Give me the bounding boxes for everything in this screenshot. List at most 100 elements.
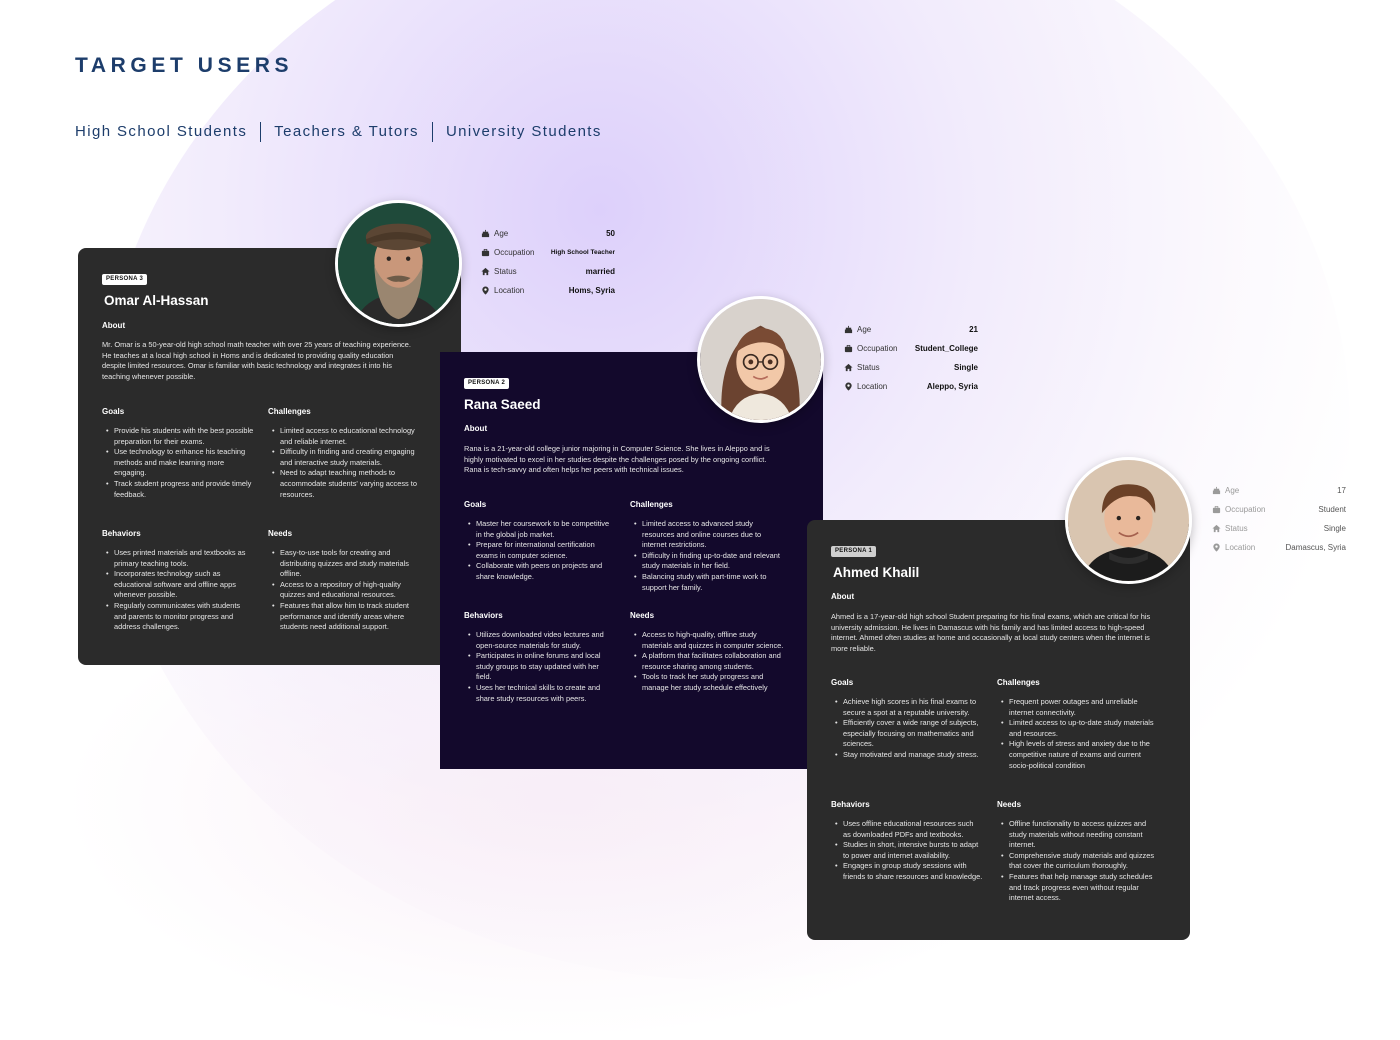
- info-row-status: Status married: [481, 262, 615, 281]
- avatar-rana: [697, 296, 824, 423]
- persona-info-ahmed: Age 17 Occupation Student Status Single …: [1212, 481, 1346, 557]
- list-item: Frequent power outages and unreliable in…: [997, 697, 1157, 718]
- location-pin-icon: [844, 381, 854, 392]
- list-item: Participates in online forums and local …: [464, 651, 616, 683]
- needs-heading: Needs: [268, 529, 293, 538]
- info-value-occupation: Student: [1318, 505, 1346, 514]
- info-label: Location: [494, 286, 525, 295]
- persona-info-rana: Age 21 Occupation Student_College Status…: [844, 320, 978, 396]
- info-label: Location: [1225, 543, 1256, 552]
- page-title: TARGET USERS: [75, 54, 294, 77]
- list-item: High levels of stress and anxiety due to…: [997, 739, 1157, 771]
- info-label: Location: [857, 382, 888, 391]
- home-icon: [1212, 524, 1222, 534]
- info-row-location: Location Aleppo, Syria: [844, 377, 978, 396]
- goals-heading: Goals: [464, 500, 487, 509]
- list-item: Prepare for international certification …: [464, 540, 616, 561]
- persona-info-omar: Age 50 Occupation High School Teacher St…: [481, 224, 615, 300]
- challenges-list: Frequent power outages and unreliable in…: [997, 697, 1157, 771]
- goals-heading: Goals: [831, 678, 854, 687]
- list-item: Stay motivated and manage study stress.: [831, 750, 983, 761]
- tab-university-students[interactable]: University Students: [431, 122, 615, 142]
- briefcase-icon: [1212, 505, 1222, 515]
- info-row-location: Location Homs, Syria: [481, 281, 615, 300]
- avatar-ahmed: [1065, 457, 1192, 584]
- list-item: A platform that facilitates collaboratio…: [630, 651, 786, 672]
- info-value-age: 21: [969, 325, 978, 334]
- list-item: Uses her technical skills to create and …: [464, 683, 616, 704]
- about-text: Rana is a 21-year-old college junior maj…: [464, 444, 770, 475]
- list-item: Comprehensive study materials and quizze…: [997, 851, 1157, 872]
- persona-tabs: High School Students Teachers & Tutors U…: [75, 122, 615, 142]
- info-label: Status: [857, 363, 880, 372]
- about-heading: About: [464, 424, 488, 433]
- goals-list: Master her coursework to be competitive …: [464, 519, 616, 583]
- briefcase-icon: [844, 344, 854, 354]
- info-label: Occupation: [857, 344, 898, 353]
- list-item: Tools to track her study progress and ma…: [630, 672, 786, 693]
- info-row-occupation: Occupation High School Teacher: [481, 243, 615, 262]
- needs-list: Access to high-quality, offline study ma…: [630, 630, 786, 694]
- list-item: Need to adapt teaching methods to accomm…: [268, 468, 418, 500]
- info-label: Occupation: [1225, 505, 1266, 514]
- info-label: Age: [1225, 486, 1240, 495]
- list-item: Balancing study with part-time work to s…: [630, 572, 786, 593]
- avatar-omar: [335, 200, 462, 327]
- list-item: Offline functionality to access quizzes …: [997, 819, 1157, 851]
- about-text: Ahmed is a 17-year-old high school Stude…: [831, 612, 1151, 653]
- list-item: Features that help manage study schedule…: [997, 872, 1157, 904]
- info-label: Age: [494, 229, 509, 238]
- about-heading: About: [102, 321, 126, 330]
- list-item: Difficulty in finding up-to-date and rel…: [630, 551, 786, 572]
- list-item: Collaborate with peers on projects and s…: [464, 561, 616, 582]
- behaviors-list: Utilizes downloaded video lectures and o…: [464, 630, 616, 704]
- info-label: Status: [1225, 524, 1248, 533]
- info-value-location: Aleppo, Syria: [926, 382, 978, 391]
- birthday-cake-icon: [844, 325, 854, 335]
- location-pin-icon: [1212, 542, 1222, 553]
- list-item: Master her coursework to be competitive …: [464, 519, 616, 540]
- info-row-occupation: Occupation Student: [1212, 500, 1346, 519]
- challenges-heading: Challenges: [997, 678, 1040, 687]
- info-row-age: Age 50: [481, 224, 615, 243]
- info-value-status: Single: [953, 363, 978, 372]
- about-heading: About: [831, 592, 855, 601]
- tab-high-school-students[interactable]: High School Students: [75, 122, 260, 142]
- list-item: Limited access to educational technology…: [268, 426, 418, 447]
- info-value-age: 17: [1337, 486, 1346, 495]
- list-item: Uses printed materials and textbooks as …: [102, 548, 254, 569]
- info-row-status: Status Single: [844, 358, 978, 377]
- goals-heading: Goals: [102, 407, 125, 416]
- birthday-cake-icon: [481, 229, 491, 239]
- info-row-status: Status Single: [1212, 519, 1346, 538]
- info-label: Status: [494, 267, 517, 276]
- behaviors-list: Uses printed materials and textbooks as …: [102, 548, 254, 633]
- needs-heading: Needs: [630, 611, 655, 620]
- list-item: Use technology to enhance his teaching m…: [102, 447, 254, 479]
- home-icon: [481, 267, 491, 277]
- list-item: Easy-to-use tools for creating and distr…: [268, 548, 418, 580]
- info-value-location: Damascus, Syria: [1285, 543, 1346, 552]
- tab-teachers-tutors[interactable]: Teachers & Tutors: [260, 122, 432, 142]
- about-text: Mr. Omar is a 50-year-old high school ma…: [102, 340, 411, 381]
- info-row-location: Location Damascus, Syria: [1212, 538, 1346, 557]
- list-item: Achieve high scores in his final exams t…: [831, 697, 983, 718]
- info-label: Occupation: [494, 248, 535, 257]
- persona-name: Rana Saeed: [464, 397, 541, 412]
- challenges-heading: Challenges: [268, 407, 311, 416]
- info-row-age: Age 21: [844, 320, 978, 339]
- list-item: Access to high-quality, offline study ma…: [630, 630, 786, 651]
- persona-name: Omar Al-Hassan: [104, 293, 209, 308]
- info-value-occupation: High School Teacher: [550, 249, 615, 256]
- list-item: Uses offline educational resources such …: [831, 819, 983, 840]
- list-item: Access to a repository of high-quality q…: [268, 580, 418, 601]
- challenges-list: Limited access to advanced study resourc…: [630, 519, 786, 593]
- challenges-list: Limited access to educational technology…: [268, 426, 418, 500]
- behaviors-heading: Behaviors: [831, 800, 870, 809]
- home-icon: [844, 363, 854, 373]
- needs-list: Offline functionality to access quizzes …: [997, 819, 1157, 904]
- location-pin-icon: [481, 285, 491, 296]
- info-row-age: Age 17: [1212, 481, 1346, 500]
- info-value-status: married: [585, 267, 615, 276]
- list-item: Track student progress and provide timel…: [102, 479, 254, 500]
